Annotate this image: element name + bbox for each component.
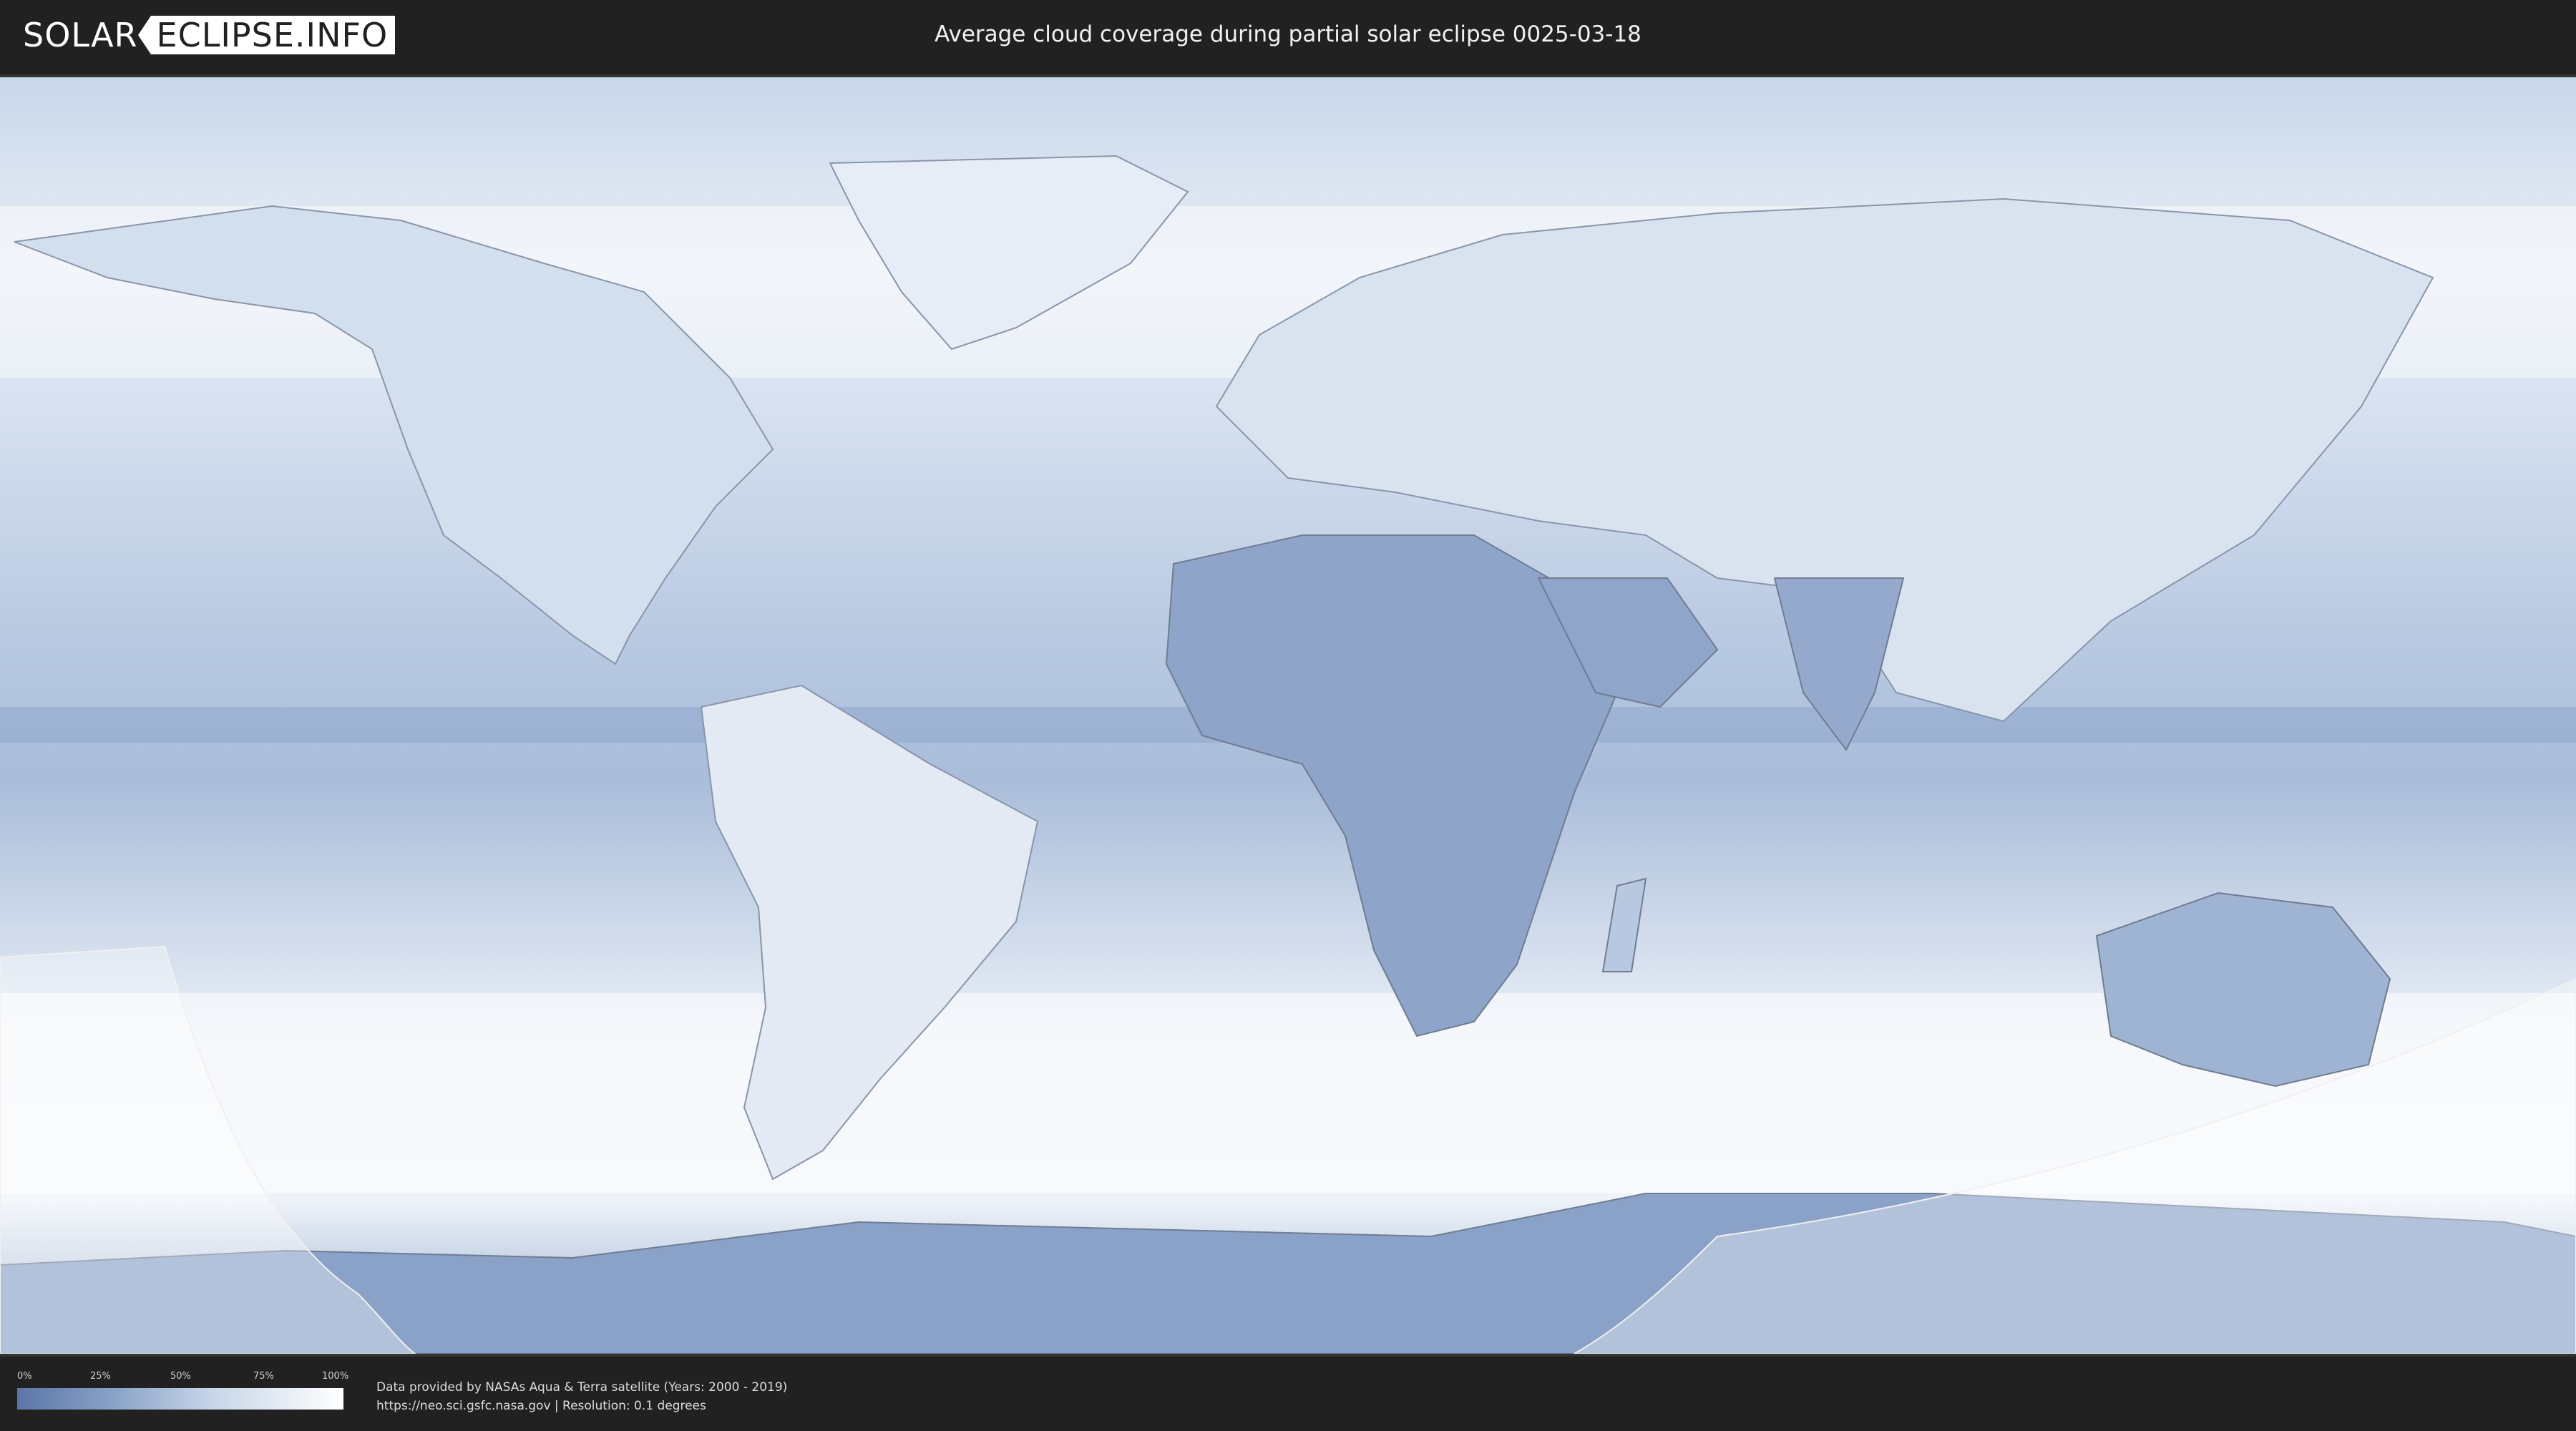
legend-gradient-bar [17, 1388, 343, 1410]
legend-tick: 50% [170, 1371, 191, 1382]
legend-tick: 75% [253, 1371, 274, 1382]
header-bar: SOLAR ECLIPSE.INFO Average cloud coverag… [0, 0, 2576, 72]
map-canvas [0, 77, 2576, 1354]
footer-bar: 0% 25% 50% 75% 100% Data provided by NAS… [0, 1357, 2576, 1431]
credits-line-url[interactable]: https://neo.sci.gsfc.nasa.gov | Resoluti… [376, 1397, 787, 1415]
legend-tick: 0% [17, 1371, 32, 1382]
legend-tick-row: 0% 25% 50% 75% 100% [17, 1371, 348, 1387]
page-title: Average cloud coverage during partial so… [935, 21, 1641, 47]
legend-tick: 25% [90, 1371, 111, 1382]
credits-line-source: Data provided by NASAs Aqua & Terra sate… [376, 1380, 788, 1395]
legend-tick: 100% [322, 1371, 349, 1382]
cloud-coverage-map[interactable] [0, 74, 2576, 1357]
data-credits: Data provided by NASAs Aqua & Terra sate… [376, 1378, 787, 1415]
cloud-coverage-legend: 0% 25% 50% 75% 100% [17, 1371, 348, 1410]
